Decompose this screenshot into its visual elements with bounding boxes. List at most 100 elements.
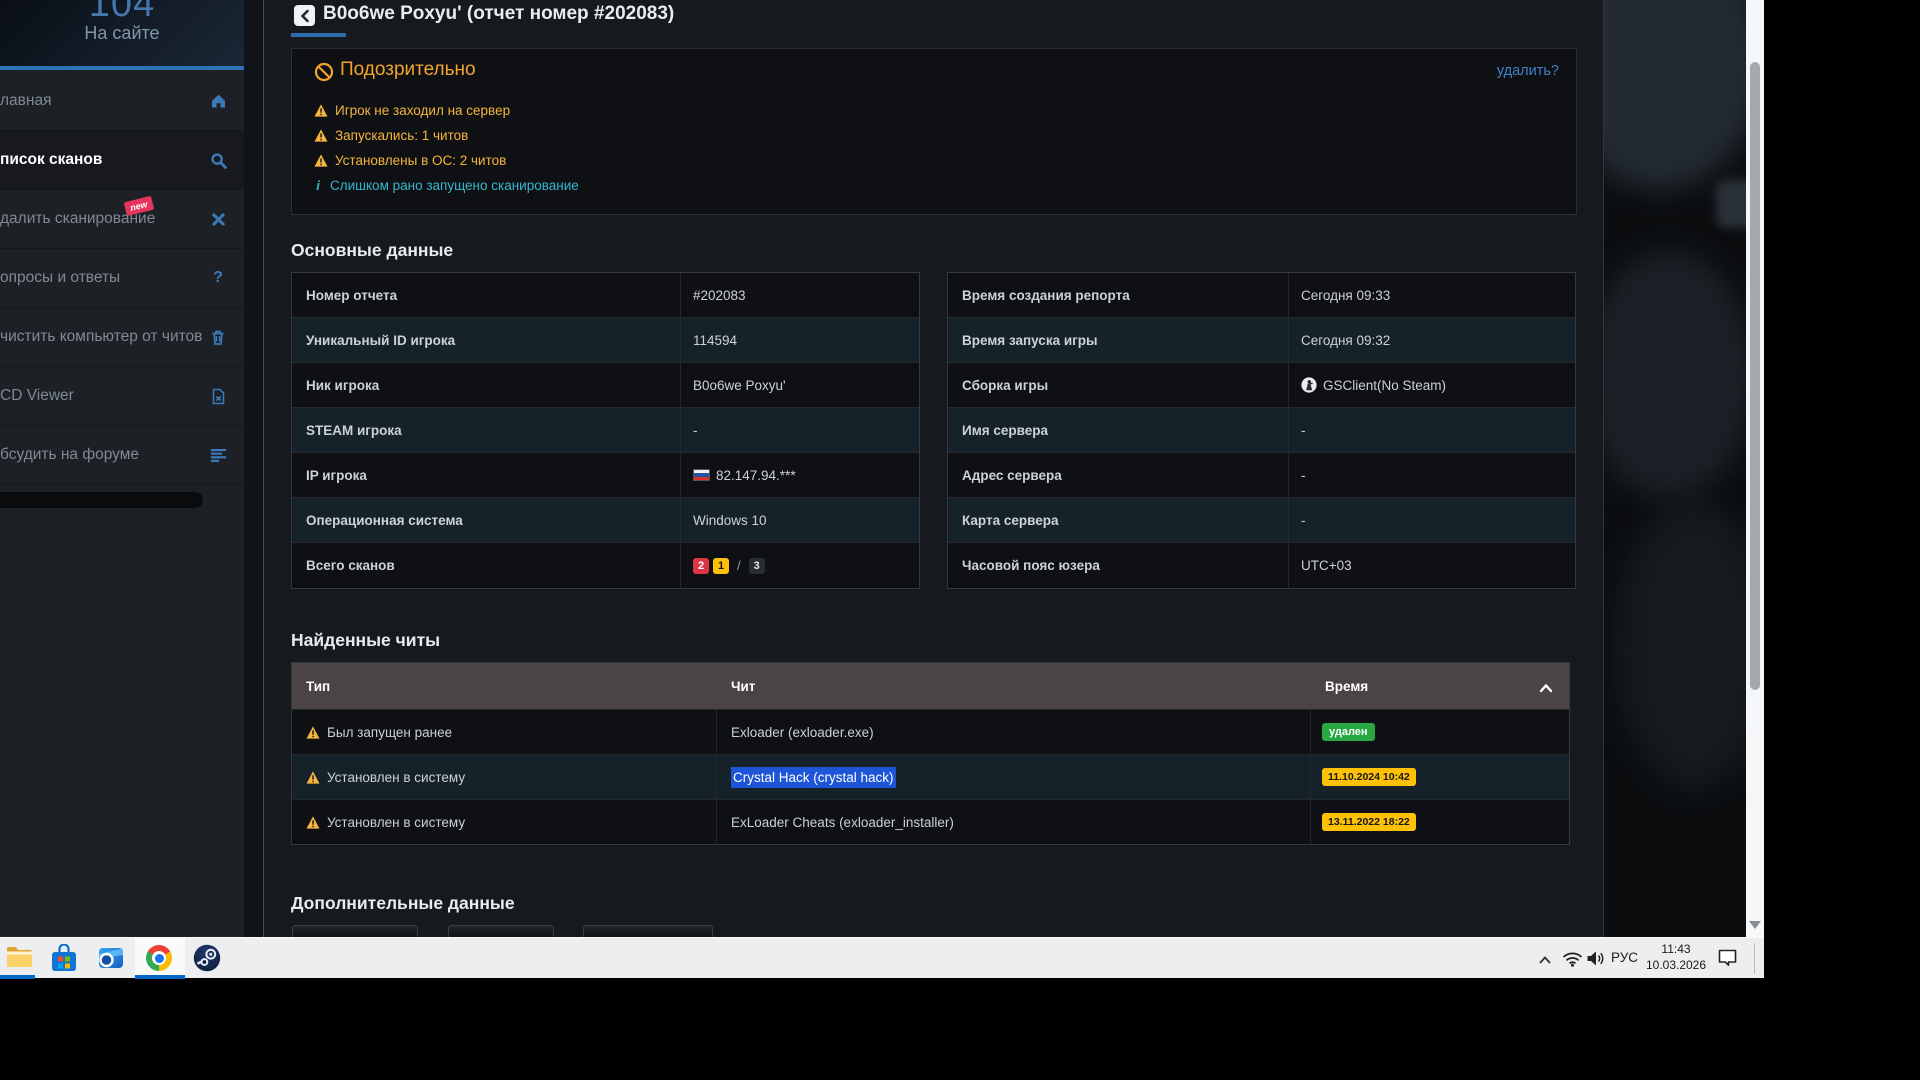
cheat-type-text: Установлен в систему <box>327 814 466 830</box>
page-background-art <box>1604 0 1746 937</box>
cheat-name-text-selected[interactable]: Crystal Hack (crystal hack) <box>731 766 896 788</box>
scrollbar[interactable] <box>1746 0 1764 937</box>
row-value: #202083 <box>693 287 746 303</box>
tray-chevron-up-icon[interactable] <box>1538 952 1552 970</box>
outlook-icon[interactable] <box>96 945 124 975</box>
microsoft-store-icon[interactable] <box>51 943 77 977</box>
chrome-icon[interactable] <box>146 945 172 971</box>
sidebar: 104 На сайте лавная писок сканов далить … <box>0 0 244 937</box>
sidebar-header: 104 На сайте <box>0 0 244 70</box>
alert-warning: Игрок не заходил на сервер <box>314 103 510 118</box>
delete-report-link[interactable]: удалить? <box>1497 63 1559 79</box>
table-row: Время создания репорта Сегодня 09:33 <box>948 273 1575 318</box>
warning-icon <box>314 104 328 117</box>
back-button[interactable] <box>294 5 315 26</box>
row-value: - <box>1301 467 1306 483</box>
close-icon <box>209 210 227 228</box>
sidebar-item-delete-scan[interactable]: далить сканирование new <box>0 190 244 249</box>
row-value: Сегодня 09:32 <box>1301 332 1391 348</box>
row-value: Windows 10 <box>693 512 767 528</box>
cheat-time-cell: 13.11.2022 18:22 <box>1311 800 1569 844</box>
cheat-row: Установлен в систему ExLoader Cheats (ex… <box>292 799 1569 844</box>
list-icon <box>209 446 227 464</box>
cheats-table: Тип Чит Время Был запущен ранее Exloader… <box>291 662 1570 845</box>
sidebar-item-clean-pc[interactable]: чистить компьютер от читов <box>0 308 244 367</box>
scrollbar-thumb[interactable] <box>1750 62 1760 690</box>
warning-icon <box>306 815 320 829</box>
chevron-left-icon <box>300 9 309 22</box>
cheat-name-cell: ExLoader Cheats (exloader_installer) <box>717 800 1311 844</box>
sidebar-nav: лавная писок сканов далить сканирование … <box>0 72 244 485</box>
clock-date: 10.03.2026 <box>1645 957 1707 972</box>
row-label: Номер отчета <box>292 273 681 317</box>
action-center-icon[interactable] <box>1718 949 1737 972</box>
search-icon <box>209 151 227 169</box>
table-row: Карта сервера - <box>948 498 1575 543</box>
sidebar-item-label: писок сканов <box>0 151 103 168</box>
wifi-icon[interactable] <box>1562 951 1583 972</box>
table-row: Всего сканов 2 1 / 3 <box>292 543 919 588</box>
row-label: IP игрока <box>292 453 681 497</box>
row-value: 114594 <box>693 332 738 348</box>
warning-icon <box>314 129 328 142</box>
background-blob <box>1716 180 1746 228</box>
time-badge: 13.11.2022 18:22 <box>1322 813 1416 831</box>
extra-data-button[interactable] <box>292 925 418 937</box>
row-value: GSClient(No Steam) <box>1289 363 1575 407</box>
table-row: Ник игрока B0o6we Poxyu' <box>292 363 919 408</box>
sidebar-item-cd-viewer[interactable]: CD Viewer <box>0 367 244 426</box>
sidebar-item-faq[interactable]: опросы и ответы ? <box>0 249 244 308</box>
row-label: Всего сканов <box>292 543 681 588</box>
cheat-row: Установлен в систему Crystal Hack (cryst… <box>292 754 1569 799</box>
cheat-name-text: Exloader (exloader.exe) <box>731 724 874 740</box>
table-row: Номер отчета #202083 <box>292 273 919 318</box>
language-indicator[interactable]: РУС <box>1611 950 1638 965</box>
warning-icon <box>314 154 328 167</box>
overview-table-left: Номер отчета #202083 Уникальный ID игрок… <box>291 272 920 589</box>
row-value: UTC+03 <box>1301 558 1352 573</box>
scan-count-yellow-badge: 1 <box>713 557 729 574</box>
table-row: IP игрока 82.147.94.*** <box>292 453 919 498</box>
alert-title: Подозрительно <box>340 59 476 80</box>
taskbar-clock[interactable]: 11:43 10.03.2026 <box>1642 942 1710 973</box>
russia-flag-icon <box>693 469 710 481</box>
extra-data-button[interactable] <box>583 925 713 937</box>
row-label: STEAM игрока <box>292 408 681 452</box>
overview-table-right: Время создания репорта Сегодня 09:33 Вре… <box>947 272 1576 589</box>
time-badge: 11.10.2024 10:42 <box>1322 768 1416 786</box>
table-row: Адрес сервера - <box>948 453 1575 498</box>
volume-icon[interactable] <box>1586 950 1605 972</box>
column-header-time[interactable]: Время <box>1311 679 1569 694</box>
alert-warning-text: Запускались: 1 читов <box>335 128 469 143</box>
column-header-cheat[interactable]: Чит <box>717 679 1311 694</box>
sidebar-item-scan-list[interactable]: писок сканов <box>0 131 244 190</box>
sidebar-item-home[interactable]: лавная <box>0 72 244 131</box>
cheat-type-cell: Установлен в систему <box>292 755 717 799</box>
sidebar-item-label: лавная <box>0 92 52 109</box>
row-label: Время создания репорта <box>948 273 1289 317</box>
steam-icon[interactable] <box>193 944 221 977</box>
extra-data-button[interactable] <box>448 925 554 937</box>
game-build-value: GSClient(No Steam) <box>1323 377 1447 393</box>
cheat-type-text: Установлен в систему <box>327 769 466 785</box>
taskbar-indicator <box>0 975 35 979</box>
sort-chevron-up-icon[interactable] <box>1539 680 1553 698</box>
info-icon: i <box>316 178 320 193</box>
row-label: Карта сервера <box>948 498 1289 542</box>
cheat-name-cell: Exloader (exloader.exe) <box>717 710 1311 754</box>
column-header-type[interactable]: Тип <box>292 679 717 694</box>
scrollbar-down-arrow[interactable] <box>1749 921 1761 929</box>
status-badge: удален <box>1322 723 1375 741</box>
file-x-icon <box>209 387 227 405</box>
sidebar-item-label: CD Viewer <box>0 387 74 404</box>
gsclient-icon <box>1301 377 1317 393</box>
trash-icon <box>209 328 227 346</box>
sidebar-item-label: бсудить на форуме <box>0 446 140 463</box>
file-explorer-icon[interactable] <box>6 945 33 974</box>
sidebar-item-forum[interactable]: бсудить на форуме <box>0 426 244 485</box>
scan-count-red-badge: 2 <box>693 557 709 574</box>
row-label: Ник игрока <box>292 363 681 407</box>
cheat-time-cell: удален <box>1311 710 1569 754</box>
ban-icon <box>314 62 334 87</box>
cheats-table-header: Тип Чит Время <box>292 663 1569 709</box>
